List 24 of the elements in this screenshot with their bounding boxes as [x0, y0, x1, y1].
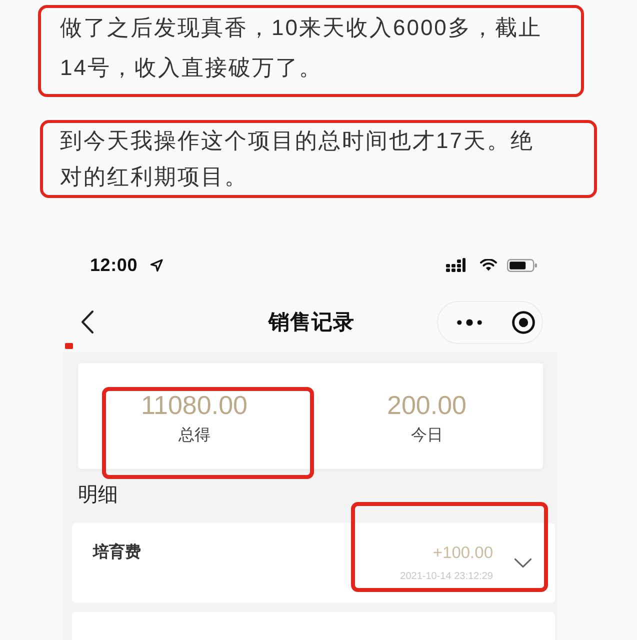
record-row[interactable]: 培育费 +100.00 2021-10-14 23:12:29 [72, 523, 555, 603]
battery-icon [507, 258, 537, 272]
status-time: 12:00 [90, 254, 138, 276]
record-name: 培育费 [93, 544, 141, 561]
location-arrow-icon [150, 258, 163, 272]
amount-label: 今日 [410, 426, 444, 446]
exit-button[interactable] [512, 310, 535, 334]
caption-text: 做了之后发现真香，10来天收入6000多，截止14号，收入直接破万了。 [60, 14, 543, 82]
more-button[interactable] [457, 318, 482, 326]
chevron-left-icon [80, 310, 95, 334]
amount-label: 总得 [177, 426, 212, 446]
back-button[interactable] [80, 310, 95, 334]
amount-value: 11080.00 [140, 389, 248, 421]
page-title: 销售记录 [268, 310, 354, 336]
section-heading: 明细 [78, 483, 119, 507]
record-time: 2021-10-14 23:12:29 [400, 570, 493, 584]
three-dots-icon [457, 318, 482, 326]
amount-value: 200.00 [386, 389, 468, 421]
caption-text: 到今天我操作这个项目的总时间也才17天。绝对的红利期项目。 [60, 127, 535, 191]
circle-dot-icon [512, 310, 535, 334]
signal-icon [446, 258, 467, 272]
marker-icon [65, 343, 73, 349]
wifi-icon [480, 259, 497, 271]
record-amount: +100.00 [432, 543, 493, 564]
